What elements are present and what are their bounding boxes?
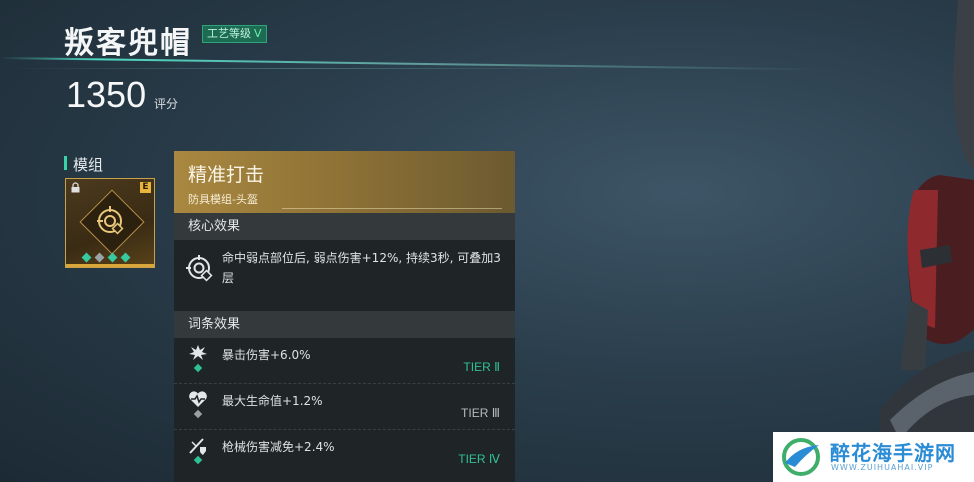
module-grade-badge: E bbox=[140, 182, 151, 193]
lock-icon[interactable] bbox=[70, 182, 81, 196]
module-detail-panel: 精准打击 防具模组-头盔 核心效果 命中弱点部位后, 弱点伤害+12%, 持续3… bbox=[174, 151, 515, 482]
score-unit: 评分 bbox=[154, 97, 179, 111]
rank-pip bbox=[120, 252, 131, 263]
craft-level-label: 工艺等级 bbox=[207, 27, 251, 40]
header-divider bbox=[282, 208, 502, 209]
module-rank-pips bbox=[81, 252, 131, 263]
craft-level-value: V bbox=[254, 27, 262, 40]
affix-rank-pip bbox=[193, 363, 203, 373]
affix-effect-header: 词条效果 bbox=[174, 311, 515, 338]
module-section-label: 模组 bbox=[64, 154, 103, 175]
module-type: 防具模组-头盔 bbox=[188, 193, 258, 206]
affix-tier: TIER Ⅲ bbox=[461, 406, 500, 420]
precision-target-icon bbox=[186, 255, 213, 282]
core-effect-text: 命中弱点部位后, 弱点伤害+12%, 持续3秒, 可叠加3层 bbox=[222, 251, 501, 285]
affix-row: 最大生命值+1.2% TIER Ⅲ bbox=[174, 384, 515, 430]
affix-rank-pip bbox=[193, 455, 203, 465]
affix-row: 枪械伤害减免+2.4% TIER Ⅳ bbox=[174, 430, 515, 475]
site-logo-icon bbox=[782, 438, 820, 476]
affix-row: 暴击伤害+6.0% TIER Ⅱ bbox=[174, 338, 515, 384]
affix-text: 暴击伤害+6.0% bbox=[222, 348, 311, 362]
affix-text: 枪械伤害减免+2.4% bbox=[222, 440, 335, 454]
core-effect: 命中弱点部位后, 弱点伤害+12%, 持续3秒, 可叠加3层 bbox=[174, 240, 515, 311]
heart-pulse-icon bbox=[189, 391, 207, 407]
item-title: 叛客兜帽 bbox=[64, 26, 192, 61]
rank-pip bbox=[107, 252, 118, 263]
module-header: 精准打击 防具模组-头盔 bbox=[174, 151, 515, 213]
module-card-underline bbox=[66, 264, 154, 267]
watermark-text: 醉花海手游网 bbox=[830, 441, 956, 465]
score-value: 1350 bbox=[66, 74, 147, 115]
module-name: 精准打击 bbox=[188, 164, 265, 186]
rank-pip bbox=[81, 252, 92, 263]
light-streak-faint bbox=[0, 68, 600, 69]
precision-target-icon bbox=[97, 206, 124, 235]
gun-shield-icon bbox=[189, 438, 206, 455]
module-slot-card[interactable]: E bbox=[65, 178, 155, 268]
watermark-banner: 醉花海手游网 WWW.ZUIHUAHAI.VIP bbox=[773, 432, 974, 482]
crit-burst-icon bbox=[189, 345, 207, 360]
affix-tier: TIER Ⅳ bbox=[458, 452, 500, 466]
craft-level-badge: 工艺等级 V bbox=[202, 25, 267, 43]
core-effect-header: 核心效果 bbox=[174, 213, 515, 240]
character-helmet-art bbox=[880, 0, 974, 482]
rank-pip bbox=[94, 252, 105, 263]
affix-rank-pip bbox=[193, 409, 203, 419]
affix-text: 最大生命值+1.2% bbox=[222, 394, 323, 408]
affix-tier: TIER Ⅱ bbox=[463, 360, 500, 374]
watermark-url: WWW.ZUIHUAHAI.VIP bbox=[831, 463, 934, 472]
